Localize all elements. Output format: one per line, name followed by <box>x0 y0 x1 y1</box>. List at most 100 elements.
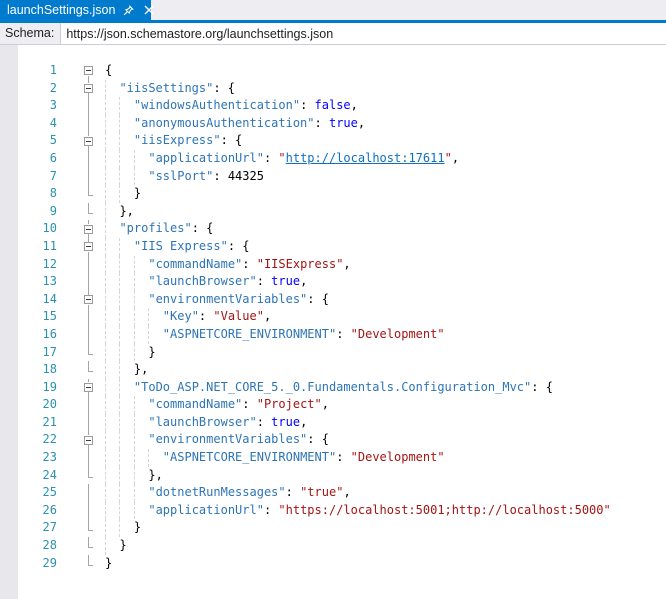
code-text: "IIS Express": { <box>105 237 666 256</box>
indent-guide <box>105 378 106 397</box>
close-icon[interactable] <box>142 4 155 17</box>
line-number: 25 <box>42 485 57 500</box>
indent-guide <box>133 290 135 309</box>
code-text: } <box>105 343 666 362</box>
code-text: "iisSettings": { <box>105 79 666 98</box>
code-line[interactable]: 9}, <box>0 202 666 221</box>
code-line[interactable]: 6 "applicationUrl": "http://localhost:176… <box>0 149 666 168</box>
json-property: "ASPNETCORE_ENVIRONMENT" <box>162 450 337 465</box>
code-line[interactable]: 8} <box>0 185 666 203</box>
fold-collapse-button[interactable] <box>82 220 96 238</box>
fold-collapse-button[interactable] <box>82 79 96 98</box>
indent-guide <box>133 308 135 326</box>
line-number: 29 <box>42 555 57 570</box>
code-line[interactable]: 5 "iisExpress": { <box>0 132 666 150</box>
code-text: "iisExpress": { <box>105 132 666 150</box>
fold-collapse-button[interactable] <box>82 378 96 397</box>
code-text: "dotnetRunMessages": "true", <box>105 484 666 502</box>
fold-guide <box>82 97 96 115</box>
code-line[interactable]: 11 "IIS Express": { <box>0 237 666 256</box>
code-line[interactable]: 18}, <box>0 361 666 379</box>
fold-guide <box>82 343 96 362</box>
indent-guide <box>133 149 135 168</box>
code-line[interactable]: 19 "ToDo_ASP.NET_CORE_5._0.Fundamentals.C… <box>0 378 666 397</box>
json-punctuation: : { <box>191 221 214 236</box>
json-string: " <box>444 150 452 165</box>
line-number: 2 <box>49 80 57 95</box>
code-line[interactable]: 26 "applicationUrl": "https://localhost:5… <box>0 501 666 520</box>
code-line[interactable]: 21 "launchBrowser": true, <box>0 413 666 432</box>
code-line[interactable]: 3 "windowsAuthentication": false, <box>0 97 666 115</box>
code-text: "applicationUrl": "https://localhost:500… <box>105 501 666 520</box>
indent-guide <box>105 325 106 344</box>
code-line[interactable]: 20 "commandName": "Project", <box>0 396 666 414</box>
code-line[interactable]: 15 "Key": "Value", <box>0 308 666 326</box>
indent-guide <box>133 413 135 432</box>
code-line[interactable]: 23 "ASPNETCORE_ENVIRONMENT": "Development… <box>0 449 666 467</box>
code-line[interactable]: 13 "launchBrowser": true, <box>0 273 666 291</box>
indent-guide <box>119 343 121 362</box>
code-line[interactable]: 17} <box>0 343 666 362</box>
code-line[interactable]: 4 "anonymousAuthentication": true, <box>0 114 666 133</box>
fold-guide <box>82 361 96 379</box>
indent-guide <box>105 255 106 274</box>
indent-guide <box>119 167 121 186</box>
json-punctuation: }, <box>119 203 134 218</box>
fold-collapse-button[interactable] <box>82 431 96 449</box>
indent-guide <box>133 466 135 485</box>
code-line[interactable]: 7 "sslPort": 44325 <box>0 167 666 186</box>
code-line[interactable]: 14 "environmentVariables": { <box>0 290 666 309</box>
fold-collapse-button[interactable] <box>82 62 96 80</box>
code-line[interactable]: 1{ <box>0 62 666 80</box>
json-punctuation: : { <box>307 432 329 447</box>
indent-guide <box>105 114 106 133</box>
json-property: "commandName" <box>148 397 243 412</box>
json-punctuation: } <box>105 555 113 570</box>
json-punctuation: : <box>213 168 228 183</box>
fold-guide <box>82 202 96 221</box>
code-text: "launchBrowser": true, <box>105 273 666 291</box>
json-property: "environmentVariables" <box>148 432 308 447</box>
indent-guide <box>148 325 150 344</box>
code-line[interactable]: 25 "dotnetRunMessages": "true", <box>0 484 666 502</box>
indent-guide <box>119 449 121 467</box>
fold-collapse-button[interactable] <box>82 290 96 309</box>
indent-guide <box>148 308 150 326</box>
code-line[interactable]: 24}, <box>0 466 666 485</box>
fold-guide <box>82 484 96 502</box>
fold-collapse-button[interactable] <box>82 237 96 256</box>
code-line[interactable]: 27} <box>0 519 666 538</box>
code-line[interactable]: 2 "iisSettings": { <box>0 79 666 98</box>
fold-collapse-button[interactable] <box>82 132 96 150</box>
code-line[interactable]: 12 "commandName": "IISExpress", <box>0 255 666 274</box>
pin-icon[interactable] <box>122 4 135 17</box>
line-number: 7 <box>49 168 57 183</box>
code-line[interactable]: 16 "ASPNETCORE_ENVIRONMENT": "Development… <box>0 325 666 344</box>
indent-guide <box>119 519 121 538</box>
code-text: "launchBrowser": true, <box>105 413 666 432</box>
indent-guide <box>133 255 135 274</box>
indent-guide <box>119 466 121 485</box>
json-string: "true" <box>300 485 344 500</box>
indent-guide <box>148 449 150 467</box>
line-number: 22 <box>42 432 57 447</box>
indent-guide <box>133 501 135 520</box>
code-editor[interactable]: 1{2 "iisSettings": {3 "windowsAuthenticati… <box>0 45 666 599</box>
indent-guide <box>119 237 121 256</box>
code-line[interactable]: 28} <box>0 537 666 555</box>
fold-guide <box>82 396 96 414</box>
json-punctuation: } <box>133 520 142 535</box>
fold-guide <box>82 114 96 133</box>
tab-launchsettings-json[interactable]: launchSettings.json <box>0 0 154 20</box>
fold-guide <box>82 167 96 186</box>
code-line[interactable]: 29} <box>0 554 666 573</box>
indent-guide <box>105 237 106 256</box>
code-text: "applicationUrl": "http://localhost:1761… <box>105 149 666 168</box>
json-punctuation: : { <box>531 379 553 394</box>
schema-input[interactable] <box>60 23 666 44</box>
line-number: 15 <box>42 309 57 324</box>
code-line[interactable]: 22 "environmentVariables": { <box>0 431 666 450</box>
json-punctuation: , <box>300 274 308 289</box>
url-link[interactable]: http://localhost:17611 <box>286 151 445 165</box>
code-line[interactable]: 10 "profiles": { <box>0 220 666 238</box>
